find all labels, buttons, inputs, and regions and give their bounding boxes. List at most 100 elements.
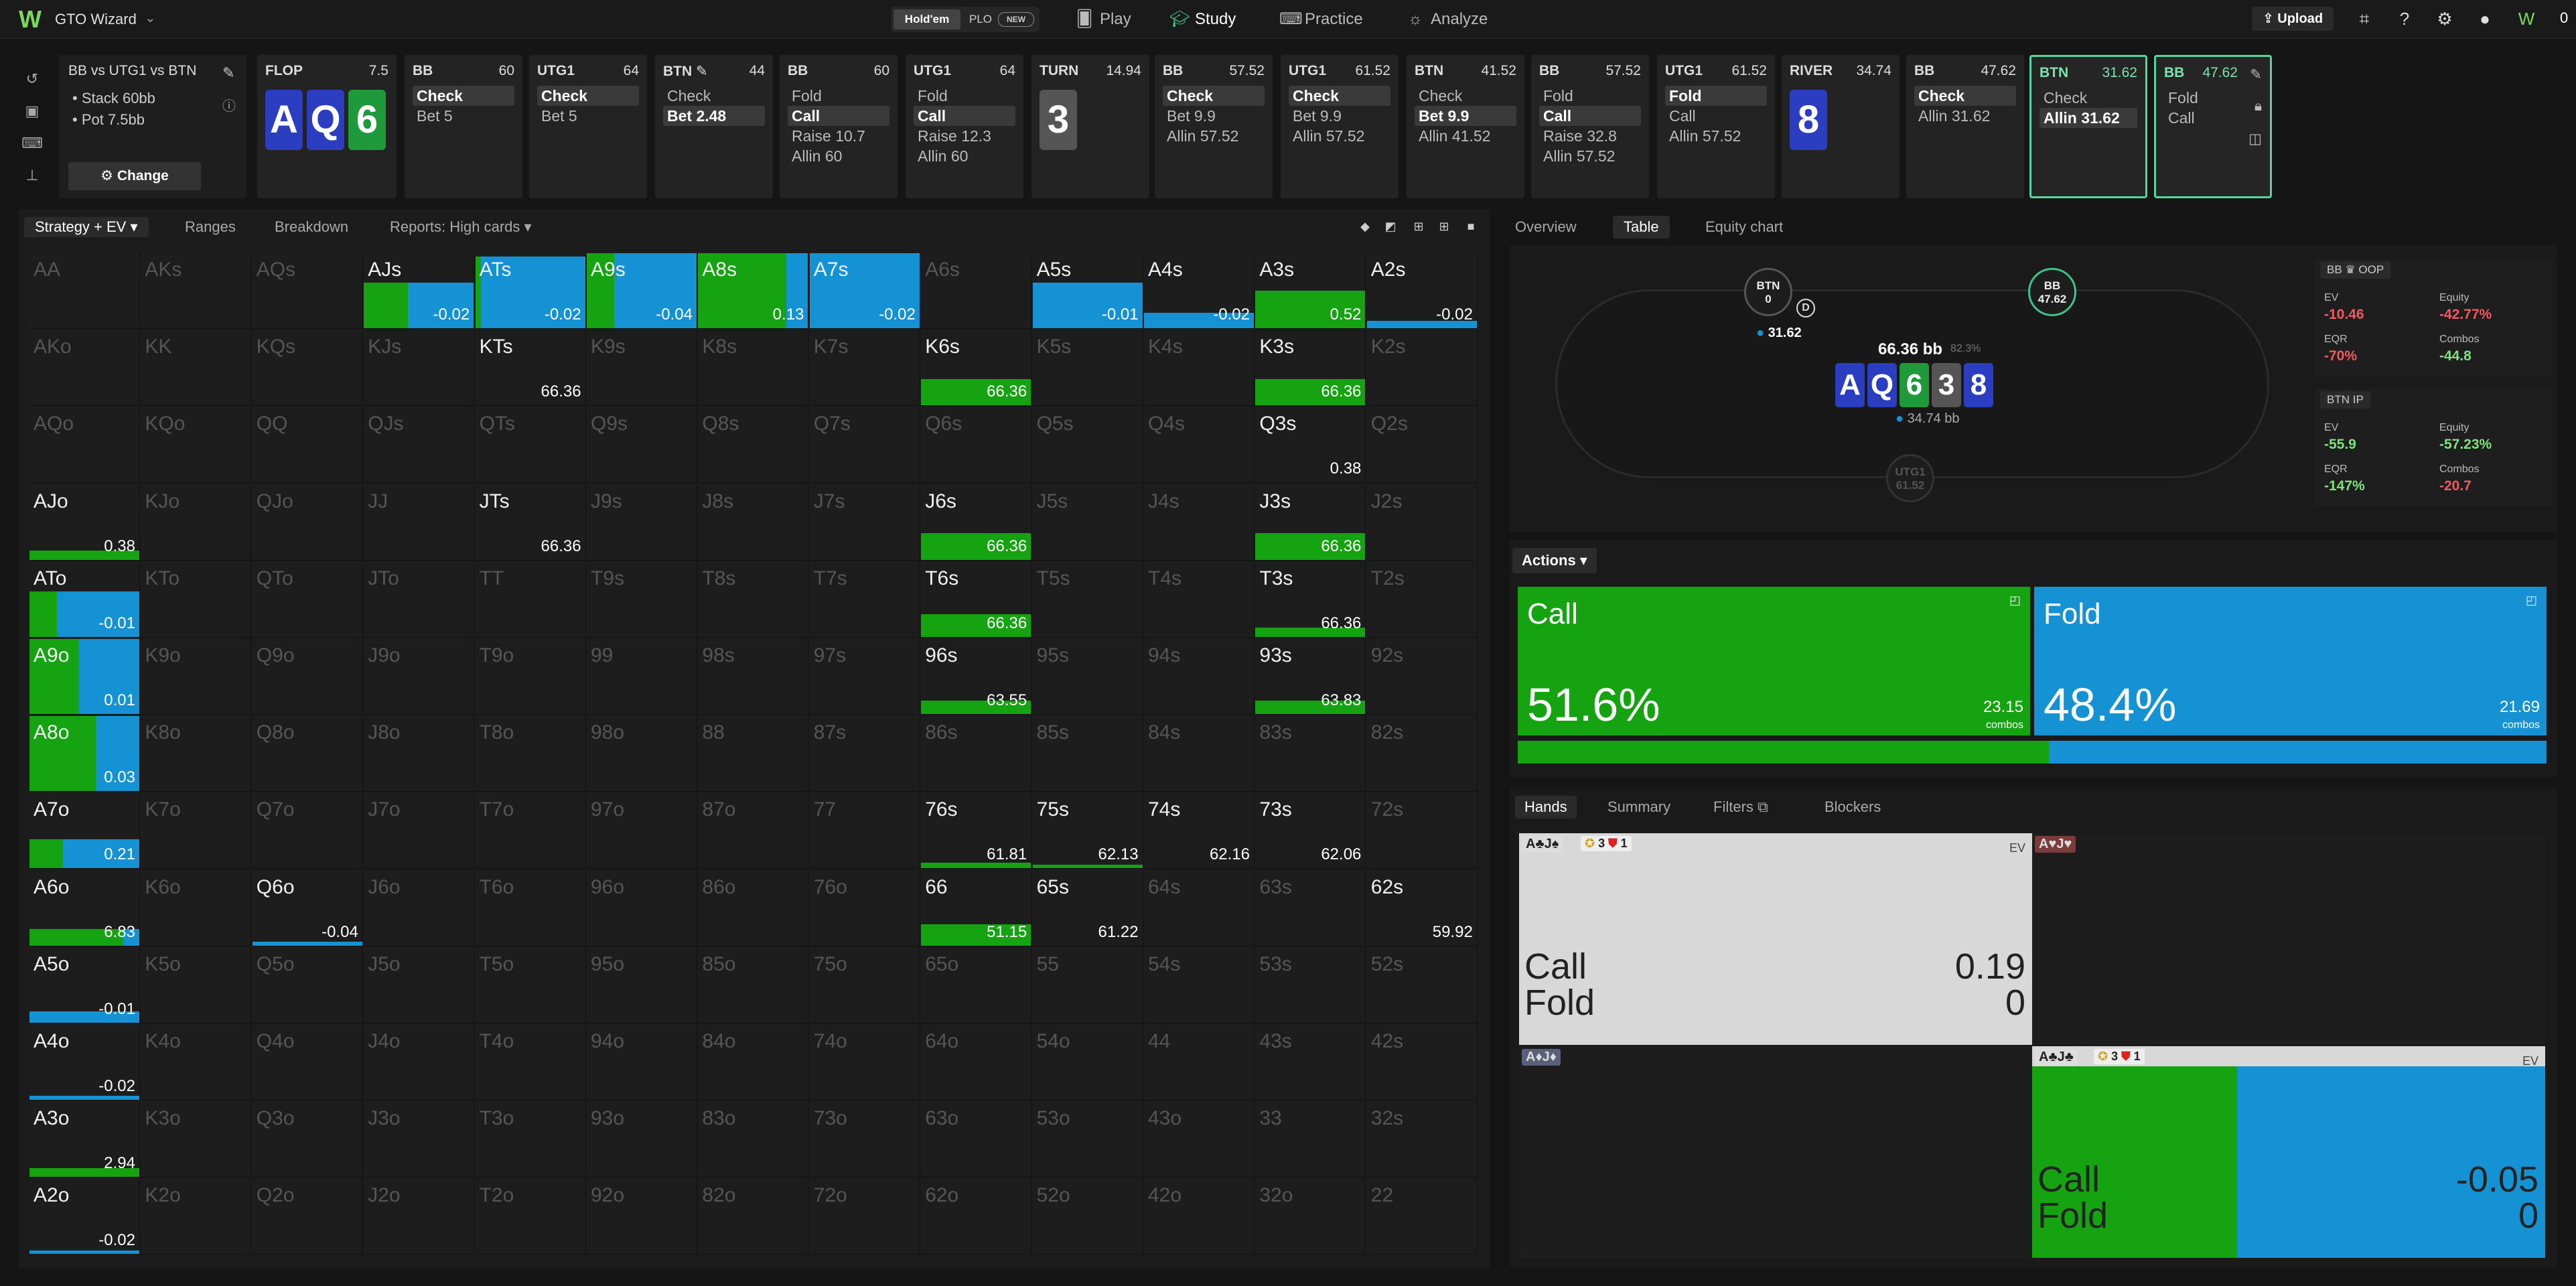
hand-cell-65o[interactable]: 65o [921,947,1032,1023]
action-option[interactable]: Fold [1539,86,1641,106]
hand-cell-95s[interactable]: 95s [1032,639,1143,715]
hand-cell-a8o[interactable]: A8o 0.03 [29,716,140,792]
compare-icon[interactable]: ◫ [2248,131,2262,147]
hand-cell-22[interactable]: 22 [1366,1179,1478,1255]
nav-analyze[interactable]: ☼ Analyze [1405,7,1488,32]
hand-cell-82s[interactable]: 82s [1366,716,1478,792]
hand-cell-k8s[interactable]: K8s [698,330,809,407]
hand-cell-85s[interactable]: 85s [1032,716,1143,792]
hand-cell-q9s[interactable]: Q9s [587,407,697,484]
hand-cell-q3o[interactable]: Q3o [252,1102,363,1178]
tab-filters[interactable]: Filters ⧉ [1713,796,1768,818]
hand-cell-62o[interactable]: 62o [921,1179,1032,1255]
hand-cell-t2s[interactable]: T2s [1366,561,1478,638]
action-column-bb[interactable]: BB 57.52 Check Bet 9.9 Allin 57.52 [1155,55,1273,198]
hand-cell-q6s[interactable]: Q6s [921,407,1032,484]
hand-cell-q2s[interactable]: Q2s [1366,407,1478,484]
hand-cell-76o[interactable]: 76o [809,870,920,946]
action-option[interactable]: Check [1914,86,2016,106]
lock-icon[interactable]: 🔒︎ [2255,98,2262,115]
hand-cell-a3o[interactable]: A3o 2.94 [29,1102,140,1178]
action-option[interactable]: Call [914,106,1015,126]
hand-cell-q4o[interactable]: Q4o [252,1025,363,1100]
hand-detail-cell[interactable]: A♣J♣ ✪ 3 ⛊ 1 EV Call -0.05 Fold 0 [2032,1046,2545,1258]
tab-blockers[interactable]: Blockers [1824,796,1881,818]
user-icon[interactable]: ● [2473,7,2497,31]
hand-cell-a4s[interactable]: A4s -0.02 [1144,253,1255,329]
hand-cell-k6s[interactable]: K6s 66.36 [921,330,1032,407]
hand-cell-j2s[interactable]: J2s [1366,484,1478,561]
hand-cell-53s[interactable]: 53s [1255,947,1366,1023]
hand-detail-cell[interactable]: A♣J♠ ✪ 3 ⛊ 1 EV Call 0.19 Fold 0 [1519,833,2032,1045]
hand-cell-86s[interactable]: 86s [921,716,1032,792]
action-column-btn[interactable]: BTN 31.62 Check Allin 31.62 [2029,55,2147,198]
tab-hands[interactable]: Hands [1515,796,1577,818]
gto-wizard-logo-icon[interactable]: W [19,7,44,32]
action-option[interactable]: Raise 12.3 [914,126,1015,146]
action-column-turn[interactable]: TURN 14.94 3 [1031,55,1149,198]
hand-cell-j9s[interactable]: J9s [587,484,697,561]
action-option[interactable]: Call [2164,108,2262,128]
hand-cell-74o[interactable]: 74o [809,1025,920,1100]
hand-cell-t4o[interactable]: T4o [475,1025,586,1100]
hand-cell-52o[interactable]: 52o [1032,1179,1143,1255]
hand-cell-j8s[interactable]: J8s [698,484,809,561]
hand-cell-73s[interactable]: 73s 62.06 [1255,793,1366,869]
hand-cell-a8s[interactable]: A8s 0.13 [698,253,809,329]
hand-cell-66[interactable]: 66 51.15 [921,870,1032,946]
hand-cell-84o[interactable]: 84o [698,1025,809,1100]
hand-cell-32o[interactable]: 32o [1255,1179,1366,1255]
action-option[interactable]: Allin 31.62 [2040,108,2137,128]
hand-cell-76s[interactable]: 76s 61.81 [921,793,1032,869]
action-option[interactable]: Fold [788,86,889,106]
hand-cell-a7o[interactable]: A7o 0.21 [29,793,140,869]
edit-icon[interactable]: ✎ [692,64,708,79]
hand-cell-a6o[interactable]: A6o 6.83 [29,870,140,946]
hand-cell-q9o[interactable]: Q9o [252,639,363,715]
hand-cell-83s[interactable]: 83s [1255,716,1366,792]
hand-cell-q5o[interactable]: Q5o [252,947,363,1023]
hand-cell-92o[interactable]: 92o [587,1179,697,1255]
hand-cell-77[interactable]: 77 [809,793,920,869]
action-option[interactable]: Check [537,86,639,106]
hand-cell-kjo[interactable]: KJo [141,484,252,561]
hand-cell-jto[interactable]: JTo [364,561,475,638]
hand-cell-42o[interactable]: 42o [1144,1179,1255,1255]
hand-cell-t6o[interactable]: T6o [475,870,586,946]
tab-strategy-ev[interactable]: Strategy + EV ▾ [24,217,149,237]
scan-icon[interactable]: ⌗ [2352,7,2376,31]
action-column-utg1[interactable]: UTG1 64 Check Bet 5 [529,55,647,198]
hand-cell-65s[interactable]: 65s 61.22 [1032,870,1143,946]
hand-cell-jts[interactable]: JTs 66.36 [475,484,586,561]
hand-cell-tt[interactable]: TT [475,561,586,638]
hand-cell-t6s[interactable]: T6s 66.36 [921,561,1032,638]
hand-cell-k6o[interactable]: K6o [141,870,252,946]
hand-cell-t4s[interactable]: T4s [1144,561,1255,638]
action-option[interactable]: Bet 9.9 [1289,106,1390,126]
action-option[interactable]: Call [1665,106,1767,126]
view-grid-small-icon[interactable]: ⊞ [1409,217,1428,236]
gamepad-icon[interactable]: ⌨ [19,127,46,159]
tab-breakdown[interactable]: Breakdown [275,217,348,237]
hand-detail-cell[interactable]: A♥J♥ [2032,833,2545,1045]
hand-cell-63o[interactable]: 63o [921,1102,1032,1178]
hand-cell-kto[interactable]: KTo [141,561,252,638]
save-icon[interactable]: ▣ [19,95,46,127]
hand-cell-kts[interactable]: KTs 66.36 [475,330,586,407]
seat-utg1[interactable]: UTG1 61.52 [1886,454,1934,502]
hand-cell-t9s[interactable]: T9s [587,561,697,638]
tab-summary[interactable]: Summary [1607,796,1670,818]
hand-cell-42s[interactable]: 42s [1366,1025,1478,1100]
action-option[interactable]: Allin 60 [914,146,1015,166]
hand-cell-k4o[interactable]: K4o [141,1025,252,1100]
hand-cell-74s[interactable]: 74s 62.16 [1144,793,1255,869]
hand-cell-92s[interactable]: 92s [1366,639,1478,715]
hand-cell-75s[interactable]: 75s 62.13 [1032,793,1143,869]
hand-cell-j9o[interactable]: J9o [364,639,475,715]
hand-cell-k2o[interactable]: K2o [141,1179,252,1255]
hand-cell-93s[interactable]: 93s 63.83 [1255,639,1366,715]
plo-toggle[interactable]: PLO [964,9,997,29]
action-option[interactable]: Bet 5 [537,106,639,126]
action-option[interactable]: Call [1539,106,1641,126]
action-option[interactable]: Allin 57.52 [1665,126,1767,146]
